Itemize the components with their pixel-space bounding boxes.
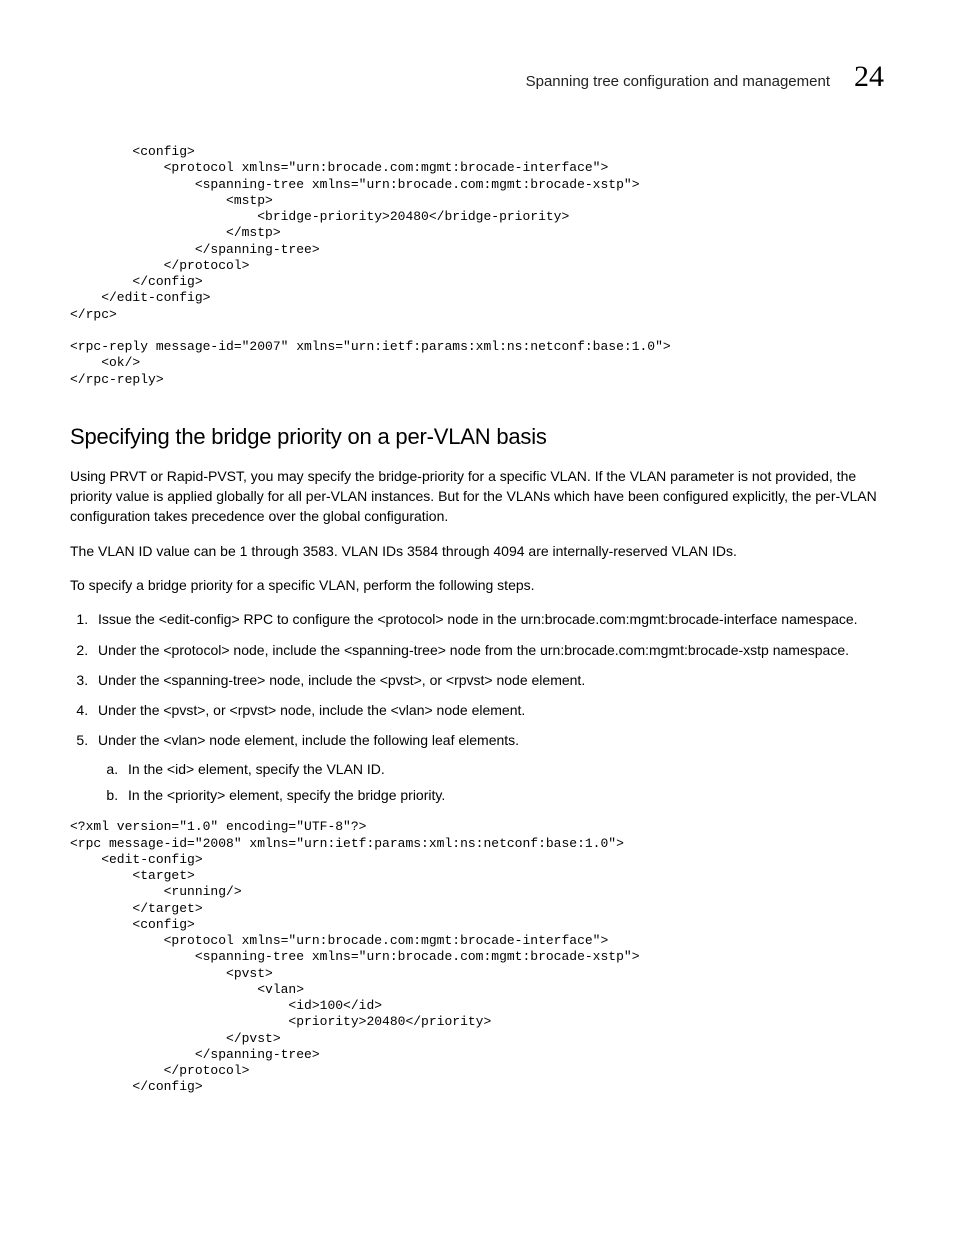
paragraph-vlan-range: The VLAN ID value can be 1 through 3583.… (70, 541, 884, 561)
code-block-mstp-reply: <config> <protocol xmlns="urn:brocade.co… (70, 144, 884, 388)
paragraph-intro: Using PRVT or Rapid-PVST, you may specif… (70, 466, 884, 527)
paragraph-steps-intro: To specify a bridge priority for a speci… (70, 575, 884, 595)
step-3: Under the <spanning-tree> node, include … (92, 670, 884, 690)
header-title: Spanning tree configuration and manageme… (526, 73, 830, 90)
substep-b: In the <priority> element, specify the b… (122, 785, 884, 805)
code-block-pvst-config: <?xml version="1.0" encoding="UTF-8"?> <… (70, 819, 884, 1095)
section-heading: Specifying the bridge priority on a per-… (70, 424, 884, 450)
page-header: Spanning tree configuration and manageme… (70, 60, 884, 94)
chapter-number: 24 (854, 60, 884, 94)
step-4: Under the <pvst>, or <rpvst> node, inclu… (92, 700, 884, 720)
step-1: Issue the <edit-config> RPC to configure… (92, 609, 884, 629)
step-5-text: Under the <vlan> node element, include t… (98, 732, 519, 748)
substep-a: In the <id> element, specify the VLAN ID… (122, 759, 884, 779)
step-5: Under the <vlan> node element, include t… (92, 730, 884, 805)
step-2: Under the <protocol> node, include the <… (92, 640, 884, 660)
substeps-list: In the <id> element, specify the VLAN ID… (98, 759, 884, 806)
steps-list: Issue the <edit-config> RPC to configure… (70, 609, 884, 805)
